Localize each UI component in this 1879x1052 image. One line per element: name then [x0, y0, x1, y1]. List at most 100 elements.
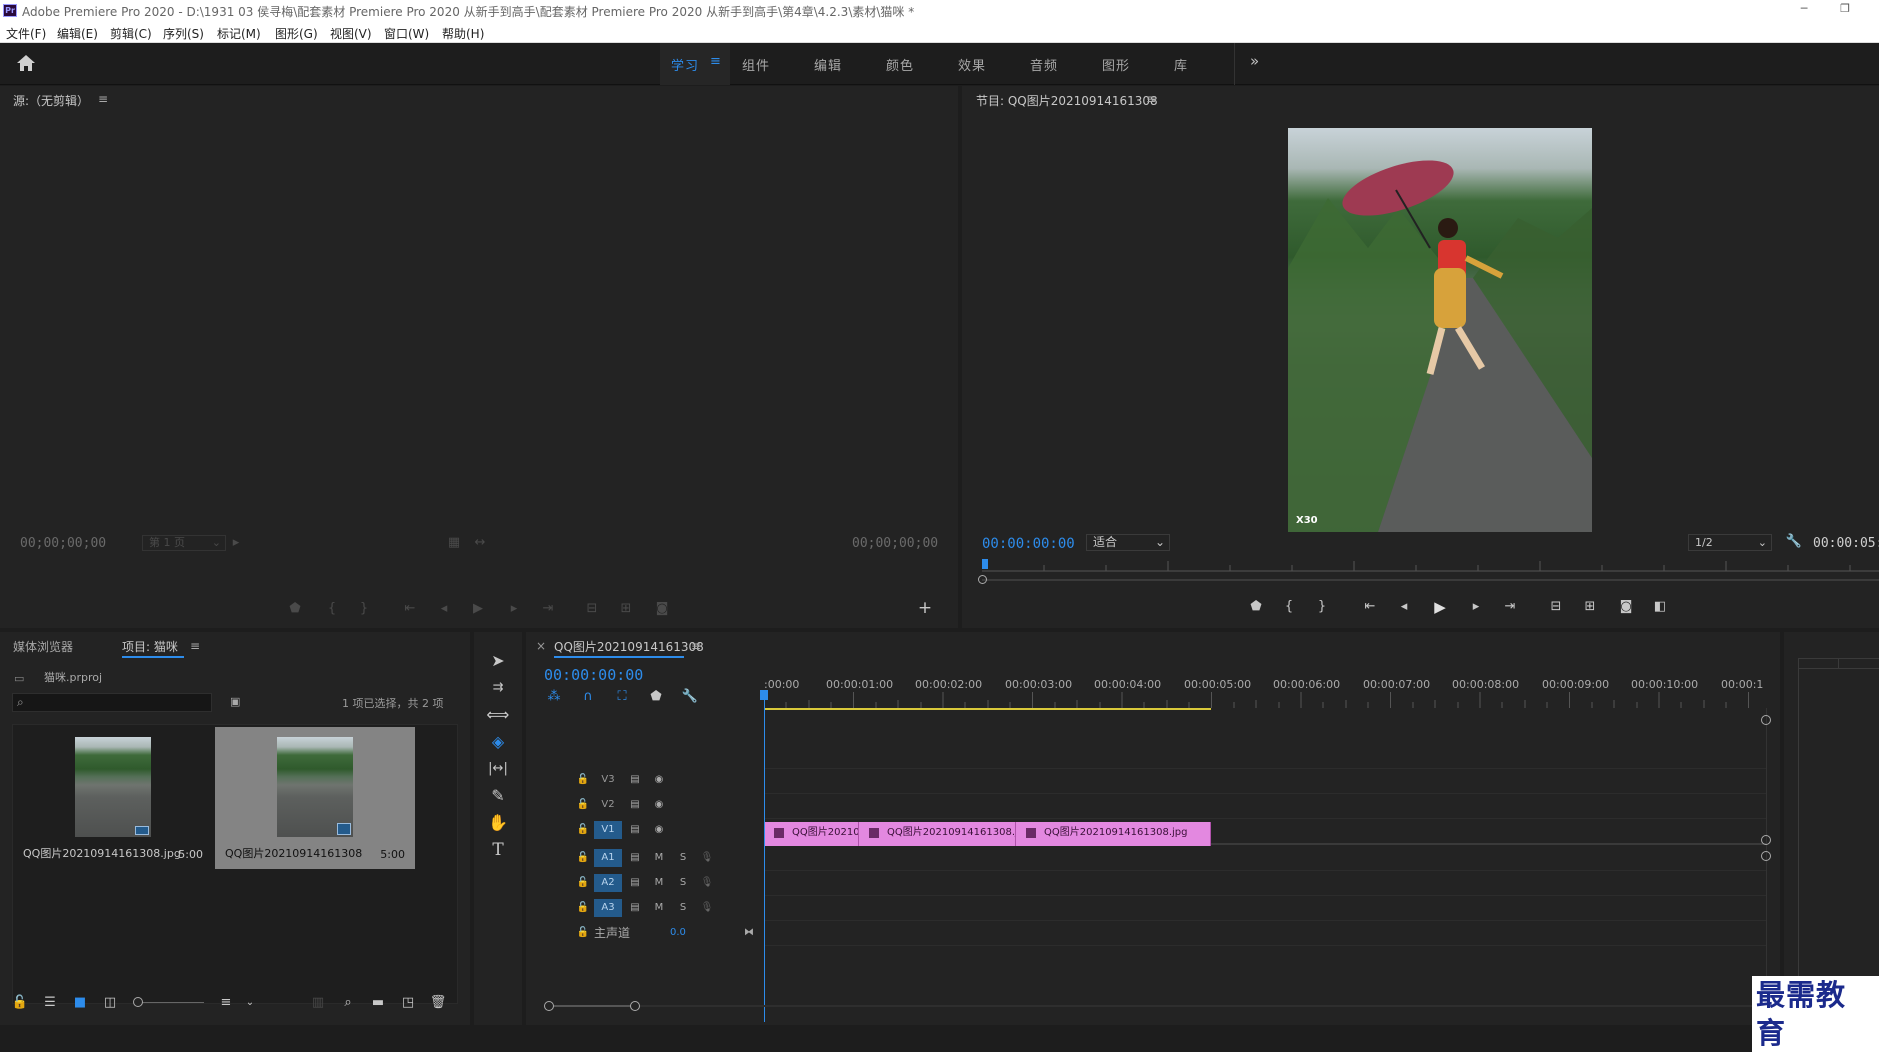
track-visibility-eye-icon[interactable]: ◉	[652, 821, 666, 839]
tab-project[interactable]: 项目: 猫咪	[122, 638, 178, 655]
scroll-handle-video-bottom[interactable]	[1761, 835, 1771, 845]
playhead-line[interactable]	[764, 700, 765, 1022]
track-solo-button[interactable]: S	[676, 899, 690, 917]
project-search-input[interactable]: ⌕	[12, 693, 212, 712]
track-lock-icon[interactable]: 🔓	[576, 874, 590, 892]
timeline-settings-wrench-icon[interactable]: 🔧	[680, 688, 700, 706]
source-mark-in-icon[interactable]: {	[322, 600, 342, 618]
icon-view-icon[interactable]: ■	[70, 994, 90, 1012]
track-mute-button[interactable]: M	[652, 849, 666, 867]
source-panel-menu-icon[interactable]: ≡	[98, 92, 108, 106]
menu-sequence[interactable]: 序列(S)	[163, 25, 204, 42]
menu-marker[interactable]: 标记(M)	[217, 25, 261, 42]
track-label-v3[interactable]: V3	[594, 771, 622, 789]
ripple-edit-tool-icon[interactable]: ⟺	[482, 702, 514, 728]
menu-view[interactable]: 视图(V)	[330, 25, 372, 42]
find-icon[interactable]: ⌕	[338, 994, 358, 1012]
timeline-clip[interactable]: QQ图片202109141	[764, 822, 859, 846]
project-search-field[interactable]	[31, 695, 207, 710]
freeform-view-icon[interactable]: ◫	[100, 994, 120, 1012]
goto-out-icon[interactable]: ⇥	[1500, 598, 1520, 616]
linked-selection-icon[interactable]: ⛶	[612, 688, 632, 706]
compare-view-icon[interactable]: ◧	[1650, 598, 1670, 616]
trash-icon[interactable]: 🗑	[428, 994, 448, 1012]
track-lock-icon[interactable]: 🔓	[576, 924, 590, 942]
track-voiceover-mic-icon[interactable]: 🎙	[700, 874, 714, 892]
lift-icon[interactable]: ⊟	[1546, 598, 1566, 616]
source-overwrite-icon[interactable]: ⊞	[616, 600, 636, 618]
workspace-tab-graphics[interactable]: 图形	[1102, 55, 1130, 74]
track-label-a3[interactable]: A3	[594, 899, 622, 917]
track-label-a1[interactable]: A1	[594, 849, 622, 867]
timeline-clip[interactable]: QQ图片20210914161308.jpg	[859, 822, 1016, 846]
new-item-icon[interactable]: ◳	[398, 994, 418, 1012]
source-drag-icon[interactable]: ↔	[470, 534, 490, 552]
export-frame-icon[interactable]: ◙	[1616, 598, 1636, 616]
timeline-track-area[interactable]	[764, 716, 1766, 1020]
program-panel-menu-icon[interactable]: ≡	[1146, 92, 1156, 106]
home-icon[interactable]	[16, 54, 36, 72]
track-select-tool-icon[interactable]: ⇉	[482, 675, 514, 701]
workspace-tab-editing[interactable]: 编辑	[814, 55, 842, 74]
sort-icon[interactable]: ≡	[216, 994, 236, 1012]
track-sync-icon[interactable]: ▤	[628, 899, 642, 917]
source-page-next-icon[interactable]: ▸	[226, 534, 246, 552]
timeline-timecode[interactable]: 00:00:00:00	[544, 666, 643, 684]
menu-window[interactable]: 窗口(W)	[384, 25, 429, 42]
program-resolution-select[interactable]: 1/2 ⌄	[1688, 534, 1772, 551]
goto-in-icon[interactable]: ⇤	[1360, 598, 1380, 616]
add-marker-icon[interactable]: ⬟	[1246, 598, 1266, 616]
timeline-sequence-tab[interactable]: QQ图片20210914161308	[554, 638, 704, 655]
workspace-overflow-icon[interactable]: »	[1250, 52, 1260, 70]
step-forward-icon[interactable]: ▸	[1466, 598, 1486, 616]
timeline-clip[interactable]: QQ图片20210914161308.jpg	[1016, 822, 1211, 846]
zoom-thumb[interactable]	[554, 1005, 634, 1007]
workspace-tab-audio[interactable]: 音频	[1030, 55, 1058, 74]
track-solo-button[interactable]: S	[676, 874, 690, 892]
track-voiceover-mic-icon[interactable]: 🎙	[700, 899, 714, 917]
nest-icon[interactable]: ⁂	[544, 688, 564, 706]
menu-file[interactable]: 文件(F)	[6, 25, 46, 42]
list-view-icon[interactable]: ☰	[40, 994, 60, 1012]
track-lock-icon[interactable]: 🔓	[576, 796, 590, 814]
track-mute-button[interactable]: M	[652, 874, 666, 892]
menu-edit[interactable]: 编辑(E)	[57, 25, 98, 42]
play-icon[interactable]: ▶	[1430, 598, 1450, 616]
workspace-tab-assembly[interactable]: 组件	[742, 55, 770, 74]
track-lock-icon[interactable]: 🔓	[576, 771, 590, 789]
lock-icon[interactable]: 🔓	[10, 994, 30, 1012]
mark-in-icon[interactable]: {	[1279, 598, 1299, 616]
source-play-icon[interactable]: ▶	[468, 600, 488, 618]
source-step-forward-icon[interactable]: ▸	[504, 600, 524, 618]
program-zoom-handle[interactable]	[978, 575, 987, 584]
track-sync-icon[interactable]: ▤	[628, 849, 642, 867]
source-timecode-current[interactable]: 00;00;00;00	[20, 536, 106, 551]
workspace-menu-icon[interactable]: ≡	[710, 54, 721, 69]
restore-button[interactable]: ❐	[1836, 2, 1854, 18]
workspace-tab-effects[interactable]: 效果	[958, 55, 986, 74]
timeline-marker-icon[interactable]: ⬟	[646, 688, 666, 706]
master-volume-value[interactable]: 0.0	[670, 924, 686, 942]
master-go-to-end-icon[interactable]: ⧓	[742, 924, 756, 942]
source-drop-icon[interactable]: ▦	[444, 534, 464, 552]
timeline-horizontal-scrollbar[interactable]	[544, 1005, 1766, 1007]
source-page-select[interactable]: 第 1 页 ⌄	[142, 535, 226, 551]
extract-icon[interactable]: ⊞	[1580, 598, 1600, 616]
project-item-sequence[interactable]: QQ图片20210914161308 5:00	[215, 727, 415, 869]
source-goto-out-icon[interactable]: ⇥	[538, 600, 558, 618]
scroll-handle-top[interactable]	[1761, 715, 1771, 725]
source-mark-out-icon[interactable]: }	[354, 600, 374, 618]
menu-graphics[interactable]: 图形(G)	[275, 25, 318, 42]
scroll-handle-audio-top[interactable]	[1761, 851, 1771, 861]
workspace-tab-color[interactable]: 颜色	[886, 55, 914, 74]
track-voiceover-mic-icon[interactable]: 🎙	[700, 849, 714, 867]
playhead-handle[interactable]	[760, 690, 768, 700]
source-insert-icon[interactable]: ⊟	[582, 600, 602, 618]
track-lock-icon[interactable]: 🔓	[576, 821, 590, 839]
track-sync-icon[interactable]: ▤	[628, 771, 642, 789]
mark-out-icon[interactable]: }	[1312, 598, 1332, 616]
razor-tool-icon[interactable]: ◈	[482, 729, 514, 755]
hand-tool-icon[interactable]: ✋	[482, 810, 514, 836]
track-label-v2[interactable]: V2	[594, 796, 622, 814]
track-mute-button[interactable]: M	[652, 899, 666, 917]
